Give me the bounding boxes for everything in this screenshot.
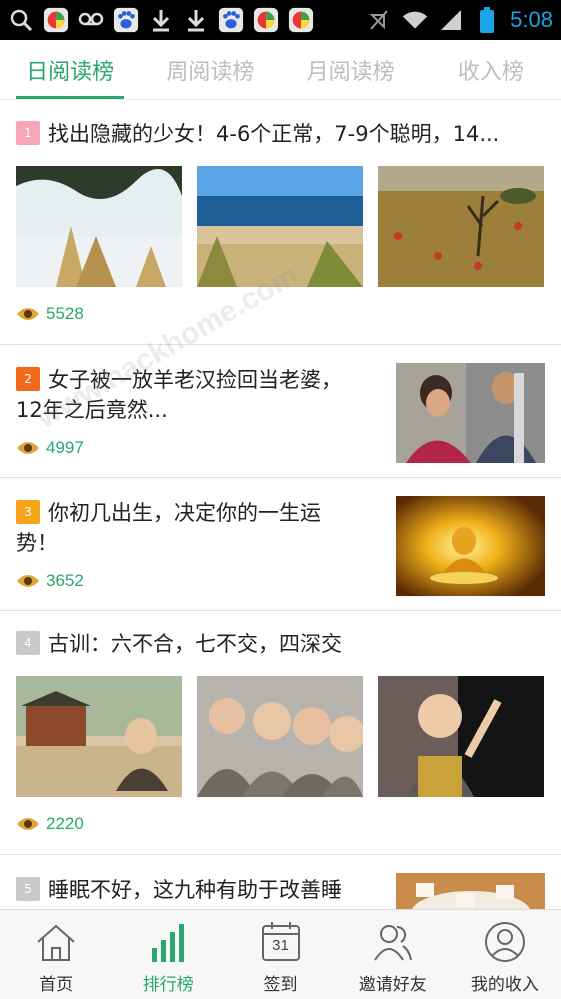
rank-badge: 3 xyxy=(16,500,40,524)
nav-label: 我的收入 xyxy=(470,975,539,995)
article-title-row: 3 你初几出生，决定你的一生运势！ xyxy=(16,498,352,558)
wifi-icon xyxy=(402,7,428,33)
bar-chart-icon xyxy=(152,924,185,962)
signal-icon xyxy=(438,7,464,33)
app-icon xyxy=(288,7,314,33)
tab-monthly[interactable]: 月阅读榜 xyxy=(281,40,421,99)
article-title: 女子被一放羊老汉捡回当老婆，12年之后竟然... xyxy=(16,368,342,422)
article-image xyxy=(396,363,545,463)
article-item[interactable]: 5睡眠不好，这九种有助于改善睡眠的中药植物 xyxy=(0,855,561,909)
article-image xyxy=(197,676,363,797)
article-title-row: 2 女子被一放羊老汉捡回当老婆，12年之后竟然... xyxy=(16,365,352,425)
rank-badge: 2 xyxy=(16,367,40,391)
voicemail-icon xyxy=(78,7,104,33)
view-count: 3652 xyxy=(16,571,84,591)
view-count: 5528 xyxy=(16,304,84,324)
nav-checkin[interactable]: 31 签到 xyxy=(224,910,336,999)
article-image xyxy=(16,676,182,797)
nav-label: 签到 xyxy=(263,975,298,995)
article-title: 古训：六不合，七不交，四深交 xyxy=(48,632,342,656)
view-count-value: 2220 xyxy=(46,814,84,833)
home-icon xyxy=(37,924,75,961)
baidu-paw-icon xyxy=(113,7,139,33)
eye-icon xyxy=(17,442,39,454)
nav-label: 排行榜 xyxy=(142,975,194,995)
nav-label: 邀请好友 xyxy=(358,975,427,995)
app-icon xyxy=(253,7,279,33)
article-image xyxy=(16,166,182,287)
article-image xyxy=(378,166,544,287)
clock: 5:08 xyxy=(510,7,553,32)
status-bar: 5:08 xyxy=(0,0,561,40)
eye-icon xyxy=(17,575,39,587)
article-image xyxy=(396,873,545,909)
article-image xyxy=(197,166,363,287)
rank-badge: 5 xyxy=(16,877,40,901)
nav-income[interactable]: 我的收入 xyxy=(449,910,561,999)
baidu-paw-icon xyxy=(218,7,244,33)
article-title-row: 4 古训：六不合，七不交，四深交 xyxy=(16,629,547,659)
article-image xyxy=(396,496,545,596)
image-row xyxy=(16,166,544,287)
nav-invite[interactable]: 邀请好友 xyxy=(337,910,449,999)
nav-label: 首页 xyxy=(39,975,74,995)
view-count-value: 4997 xyxy=(46,438,84,457)
article-title-row: 1 找出隐藏的少女！4-6个正常，7-9个聪明，14... xyxy=(16,119,547,149)
calendar-icon: 31 xyxy=(259,920,303,964)
view-count-value: 3652 xyxy=(46,571,84,590)
users-icon xyxy=(373,925,412,961)
view-count: 2220 xyxy=(16,814,84,834)
view-count-value: 5528 xyxy=(46,304,84,323)
eye-icon xyxy=(17,818,39,830)
article-title: 你初几出生，决定你的一生运势！ xyxy=(16,501,321,555)
article-image xyxy=(378,676,544,797)
mute-icon xyxy=(366,7,392,33)
nav-ranking[interactable]: 排行榜 xyxy=(112,910,224,999)
article-item[interactable]: 4 古训：六不合，七不交，四深交 2220 xyxy=(0,611,561,855)
eye-icon xyxy=(17,308,39,320)
user-circle-icon xyxy=(484,922,525,962)
ranking-tabs: 日阅读榜 周阅读榜 月阅读榜 收入榜 xyxy=(0,40,561,100)
article-item[interactable]: 3 你初几出生，决定你的一生运势！ 3652 xyxy=(0,478,561,611)
nav-home[interactable]: 首页 xyxy=(0,910,112,999)
download-icon xyxy=(183,7,209,33)
calendar-day: 31 xyxy=(272,937,289,954)
download-icon xyxy=(148,7,174,33)
tab-daily[interactable]: 日阅读榜 xyxy=(0,40,140,99)
battery-icon xyxy=(474,7,500,33)
article-title: 睡眠不好，这九种有助于改善睡眠的中药植物 xyxy=(16,878,342,909)
rank-badge: 4 xyxy=(16,631,40,655)
article-item[interactable]: 1 找出隐藏的少女！4-6个正常，7-9个聪明，14... 5528 xyxy=(0,101,561,345)
rank-badge: 1 xyxy=(16,121,40,145)
bottom-navigation: 首页 排行榜 31 签到 邀请好友 我的收入 xyxy=(0,909,561,999)
article-title-row: 5睡眠不好，这九种有助于改善睡眠的中药植物 xyxy=(16,875,352,909)
article-feed[interactable]: 1 找出隐藏的少女！4-6个正常，7-9个聪明，14... 5528 2 女子被一放… xyxy=(0,101,561,909)
image-row xyxy=(16,676,544,797)
tab-weekly[interactable]: 周阅读榜 xyxy=(140,40,280,99)
view-count: 4997 xyxy=(16,438,84,458)
article-title: 找出隐藏的少女！4-6个正常，7-9个聪明，14... xyxy=(48,122,500,146)
app-icon xyxy=(43,7,69,33)
search-icon xyxy=(8,7,34,33)
article-item[interactable]: 2 女子被一放羊老汉捡回当老婆，12年之后竟然... 4997 xyxy=(0,345,561,478)
tab-income[interactable]: 收入榜 xyxy=(421,40,561,99)
